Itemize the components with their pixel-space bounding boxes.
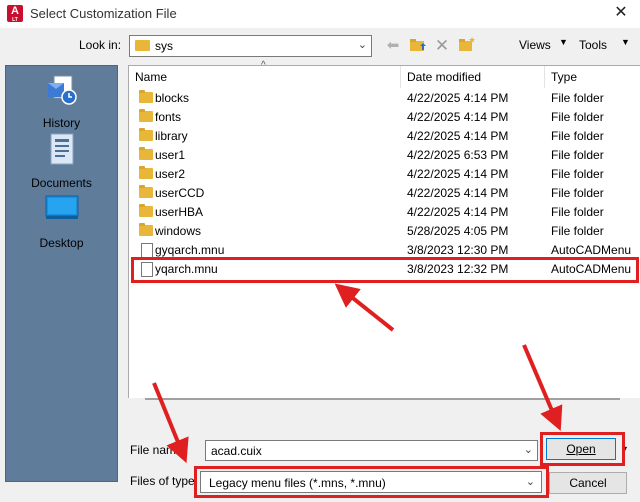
folder-icon	[135, 40, 150, 51]
highlight-box-open	[540, 432, 625, 466]
place-history[interactable]: History	[6, 71, 117, 130]
autocad-app-icon: A LT	[7, 5, 23, 23]
type-cell: File folder	[551, 91, 604, 105]
column-divider[interactable]	[544, 66, 545, 88]
close-icon[interactable]: ✕	[608, 2, 634, 24]
file-row[interactable]: userCCD 4/22/2025 4:14 PM File folder	[129, 184, 640, 203]
place-desktop-label: Desktop	[39, 236, 84, 250]
window-title: Select Customization File	[30, 6, 177, 21]
file-row[interactable]: user1 4/22/2025 6:53 PM File folder	[129, 146, 640, 165]
folder-icon	[139, 147, 153, 160]
history-icon	[47, 75, 77, 105]
folder-icon	[139, 166, 153, 179]
column-header-name[interactable]: Name	[135, 68, 167, 88]
file-name-label: File name:	[130, 443, 187, 457]
views-button[interactable]: Views	[519, 38, 551, 52]
file-name-cell: user1	[155, 148, 186, 162]
file-icon	[141, 243, 153, 258]
places-bar: History Documents Desktop	[5, 65, 118, 482]
date-modified-cell: 4/22/2025 4:14 PM	[407, 91, 509, 105]
chevron-down-icon[interactable]: ⌄	[524, 443, 533, 456]
file-row[interactable]: userHBA 4/22/2025 4:14 PM File folder	[129, 203, 640, 222]
date-modified-cell: 4/22/2025 6:53 PM	[407, 148, 509, 162]
file-row[interactable]: fonts 4/22/2025 4:14 PM File folder	[129, 108, 640, 127]
type-cell: File folder	[551, 148, 604, 162]
type-cell: File folder	[551, 167, 604, 181]
file-row[interactable]: user2 4/22/2025 4:14 PM File folder	[129, 165, 640, 184]
type-cell: File folder	[551, 110, 604, 124]
file-name-cell: user2	[155, 167, 186, 181]
delete-icon[interactable]: ✕	[432, 35, 452, 57]
date-modified-cell: 5/28/2025 4:05 PM	[407, 224, 509, 238]
file-name-cell: userCCD	[155, 186, 205, 200]
place-desktop[interactable]: Desktop	[6, 191, 117, 250]
column-header-type[interactable]: Type	[551, 68, 577, 88]
file-name-cell: blocks	[155, 91, 190, 105]
date-modified-cell: 3/8/2023 12:30 PM	[407, 243, 509, 257]
file-row[interactable]: library 4/22/2025 4:14 PM File folder	[129, 127, 640, 146]
folder-icon	[139, 128, 153, 141]
file-name-cell: library	[155, 129, 188, 143]
file-list[interactable]: ^ Name Date modified Type blocks 4/22/202…	[128, 60, 640, 398]
folder-icon	[139, 185, 153, 198]
type-cell: File folder	[551, 224, 604, 238]
cancel-button[interactable]: Cancel	[549, 472, 627, 494]
type-cell: File folder	[551, 186, 604, 200]
type-cell: File folder	[551, 205, 604, 219]
file-name-cell: gyqarch.mnu	[155, 243, 225, 257]
new-folder-icon[interactable]	[457, 35, 477, 57]
date-modified-cell: 4/22/2025 4:14 PM	[407, 110, 509, 124]
folder-icon	[139, 109, 153, 122]
look-in-label: Look in:	[79, 38, 122, 52]
date-modified-cell: 4/22/2025 4:14 PM	[407, 205, 509, 219]
file-name-cell: windows	[155, 224, 202, 238]
column-divider[interactable]	[400, 66, 401, 88]
views-dropdown-icon[interactable]: ▼	[559, 37, 568, 47]
tools-button[interactable]: Tools	[579, 38, 607, 52]
type-cell: File folder	[551, 129, 604, 143]
place-documents[interactable]: Documents	[6, 131, 117, 190]
date-modified-cell: 4/22/2025 4:14 PM	[407, 129, 509, 143]
folder-icon	[139, 90, 153, 103]
look-in-value: sys	[155, 39, 173, 53]
file-row[interactable]: windows 5/28/2025 4:05 PM File folder	[129, 222, 640, 241]
column-header-date[interactable]: Date modified	[407, 68, 481, 88]
type-cell: AutoCADMenu	[551, 243, 632, 257]
file-name-cell: userHBA	[155, 205, 204, 219]
desktop-icon	[45, 195, 78, 219]
tools-dropdown-icon[interactable]: ▼	[621, 37, 630, 47]
documents-icon	[50, 133, 73, 165]
horizontal-scrollbar[interactable]	[145, 398, 620, 400]
up-folder-icon[interactable]	[408, 35, 428, 57]
file-name-cell: fonts	[155, 110, 182, 124]
date-modified-cell: 4/22/2025 4:14 PM	[407, 186, 509, 200]
highlight-box-file-type	[194, 466, 549, 498]
file-name-input[interactable]: acad.cuix ⌄	[205, 440, 538, 461]
look-in-dropdown[interactable]: sys ⌄	[129, 35, 372, 57]
place-documents-label: Documents	[31, 176, 92, 190]
folder-icon	[139, 223, 153, 236]
file-name-value: acad.cuix	[211, 444, 262, 458]
back-arrow-icon[interactable]: ⬅	[383, 35, 403, 57]
highlight-box-yqarch	[131, 257, 639, 283]
files-of-type-label: Files of type:	[130, 474, 199, 488]
date-modified-cell: 4/22/2025 4:14 PM	[407, 167, 509, 181]
folder-icon	[139, 204, 153, 217]
place-history-label: History	[42, 116, 81, 130]
sort-ascending-icon: ^	[261, 60, 266, 71]
file-row[interactable]: blocks 4/22/2025 4:14 PM File folder	[129, 89, 640, 108]
chevron-down-icon: ⌄	[357, 39, 367, 51]
